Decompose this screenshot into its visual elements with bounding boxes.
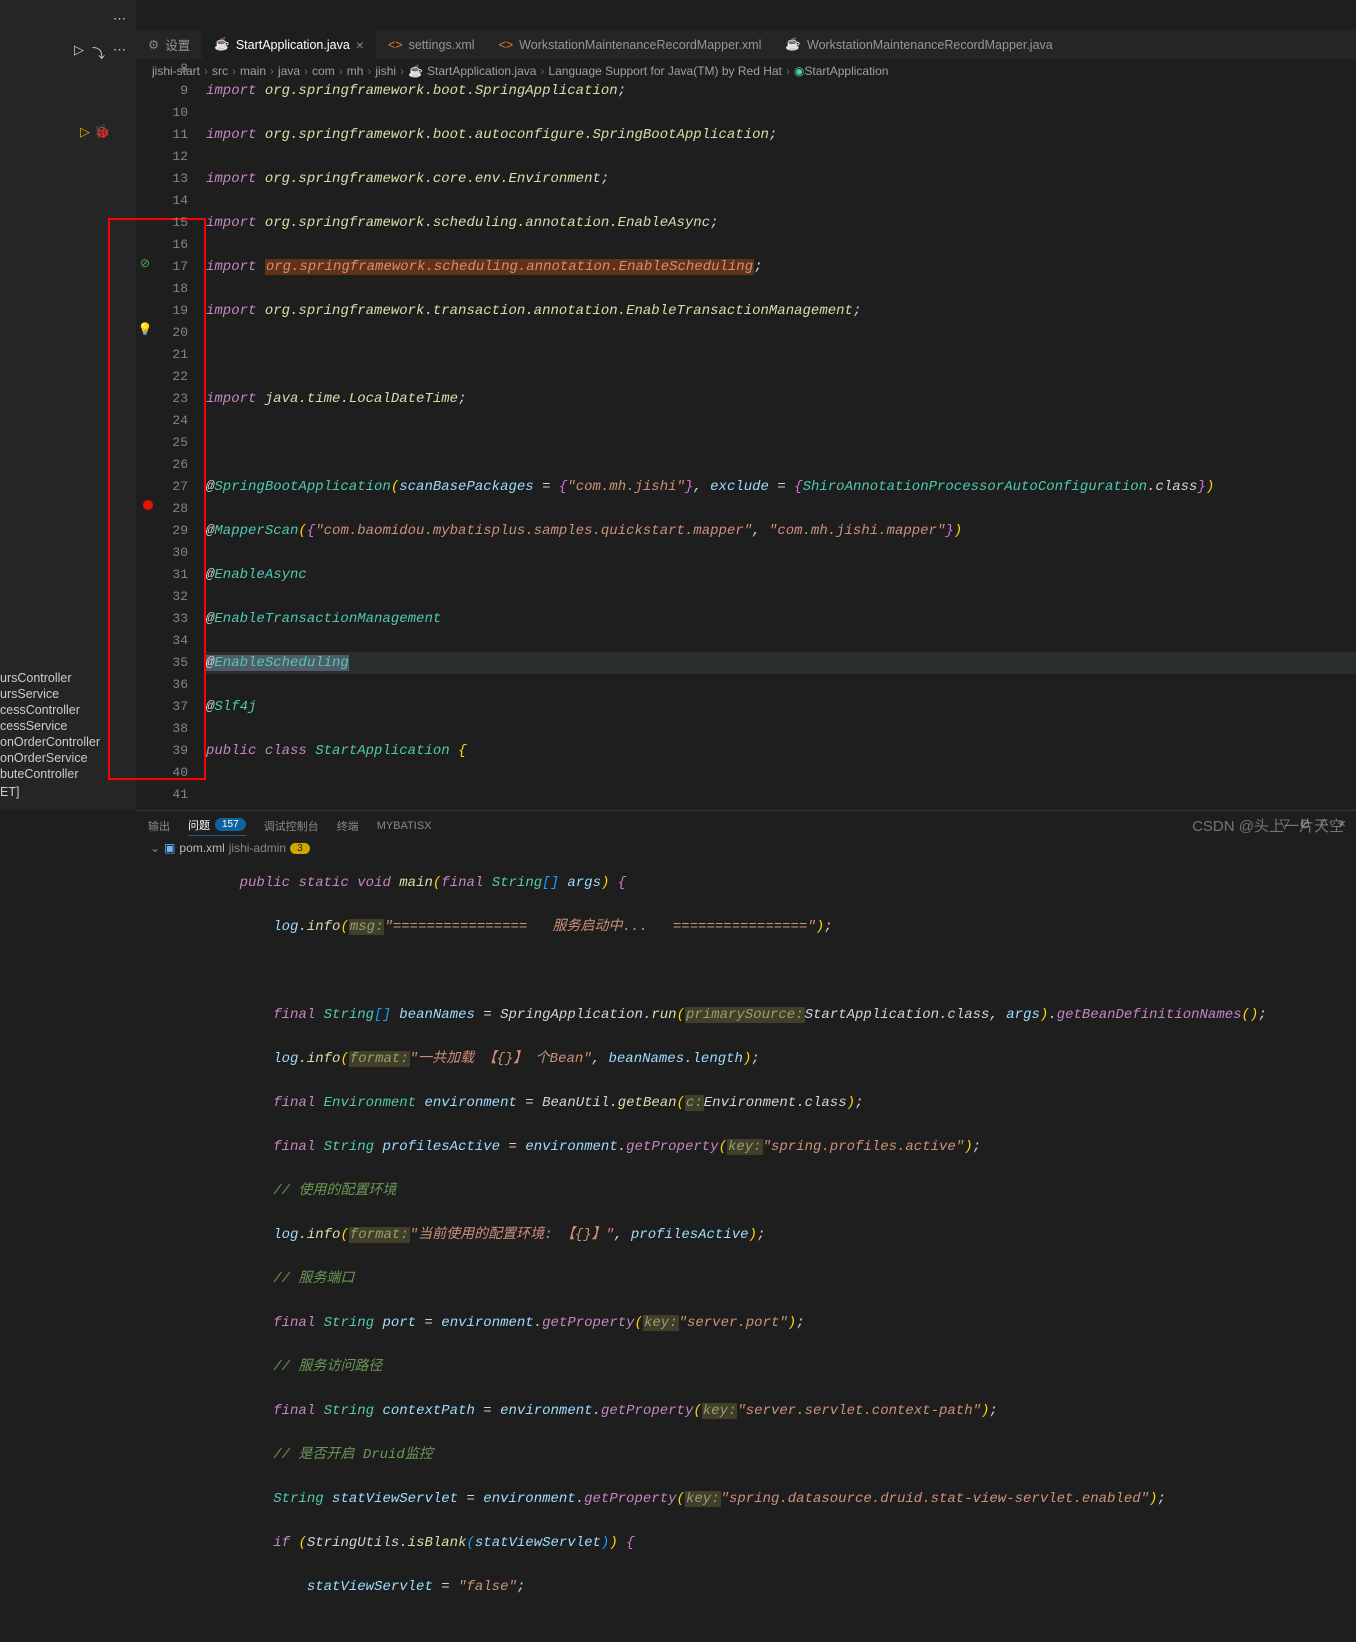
run-yellow-icon[interactable]: ▷ — [80, 125, 90, 140]
npm-icon: ▣ — [164, 841, 175, 855]
sidebar-top-icons: ⋯ — [0, 0, 136, 39]
tab-label: settings.xml — [409, 38, 475, 52]
tab-mapper-java[interactable]: ☕ WorkstationMaintenanceRecordMapper.jav… — [773, 30, 1064, 59]
bottom-panel: 输出 问题 157 调试控制台 终端 MYBATISX ⌄ ▣ pom.xml … — [136, 810, 1356, 864]
panel-content: ⌄ ▣ pom.xml jishi-admin 3 — [136, 841, 1356, 855]
tabs-row: ⚙ 设置 ☕ StartApplication.java × <> settin… — [136, 30, 1356, 60]
sidebar-item[interactable]: ET] — [0, 784, 136, 800]
panel-tab-debug[interactable]: 调试控制台 — [264, 818, 319, 834]
gutter: ⊘ 💡 891011121314151617181920212223242526… — [136, 30, 194, 810]
java-icon: ☕ — [214, 37, 230, 52]
more-icon[interactable]: ⋯ — [113, 12, 126, 27]
xml-icon: <> — [388, 38, 403, 52]
tab-label: WorkstationMaintenanceRecordMapper.xml — [519, 38, 761, 52]
xml-icon: <> — [499, 38, 514, 52]
watermark: CSDN @头上一片天空 — [1192, 815, 1344, 836]
editor: ⚙ 设置 ☕ StartApplication.java × <> settin… — [136, 30, 1356, 810]
annotation-box — [108, 218, 206, 780]
panel-tab-output[interactable]: 输出 — [148, 818, 170, 834]
tab-mapper-xml[interactable]: <> WorkstationMaintenanceRecordMapper.xm… — [487, 30, 774, 59]
panel-tabs: 输出 问题 157 调试控制台 终端 MYBATISX — [136, 811, 1356, 841]
tab-label: WorkstationMaintenanceRecordMapper.java — [807, 38, 1053, 52]
problem-count-badge: 3 — [290, 843, 310, 854]
run-icon[interactable]: ▷ — [74, 43, 84, 62]
panel-tab-terminal[interactable]: 终端 — [337, 818, 359, 834]
problems-badge: 157 — [215, 818, 246, 831]
tab-label: StartApplication.java — [236, 38, 350, 52]
problem-project: jishi-admin — [229, 841, 286, 855]
panel-tab-problems[interactable]: 问题 157 — [188, 817, 246, 836]
more-icon-2[interactable]: ⋯ — [113, 43, 126, 62]
close-icon[interactable]: × — [356, 37, 364, 53]
chevron-down-icon[interactable]: ⌄ — [150, 841, 160, 855]
debug-yellow-icon[interactable]: 🐞 — [94, 125, 110, 140]
breakpoint-icon[interactable] — [139, 500, 157, 514]
tab-settings-xml[interactable]: <> settings.xml — [376, 30, 487, 59]
debug-step-icon[interactable]: ⤵ — [92, 43, 105, 62]
problem-file[interactable]: pom.xml — [179, 841, 224, 855]
run-icons-row: ▷ ⤵ ⋯ — [0, 39, 136, 66]
tab-start-application[interactable]: ☕ StartApplication.java × — [202, 30, 376, 59]
no-entry-icon: ⊘ — [136, 256, 154, 271]
lightbulb-icon[interactable]: 💡 — [136, 322, 154, 337]
java-icon: ☕ — [785, 37, 801, 52]
line-numbers: 8910111213141516171819202122232425262728… — [158, 58, 188, 806]
panel-tab-mybatisx[interactable]: MYBATISX — [377, 820, 432, 832]
